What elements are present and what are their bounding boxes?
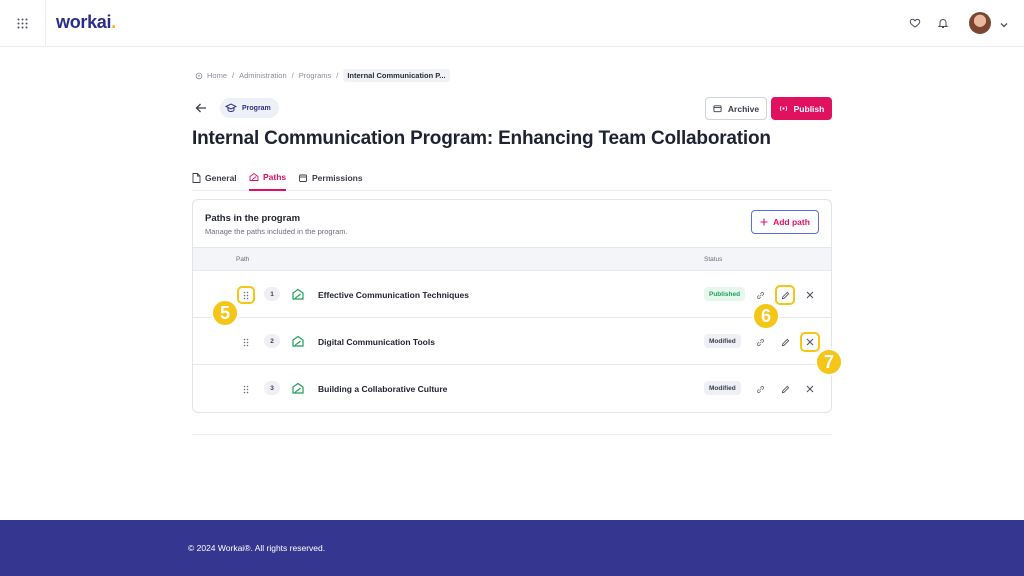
table-row: 3 Building a Collaborative Culture Modif… xyxy=(193,365,831,412)
remove-button[interactable] xyxy=(802,287,818,303)
column-header-path: Path xyxy=(236,256,250,263)
callout-badge: 7 xyxy=(815,348,843,376)
path-name[interactable]: Building a Collaborative Culture xyxy=(318,384,447,394)
drag-handle-icon xyxy=(243,338,249,346)
program-chip-label: Program xyxy=(242,104,271,112)
publish-button[interactable]: Publish xyxy=(771,97,832,120)
tab-paths[interactable]: Paths xyxy=(249,165,287,191)
row-number: 3 xyxy=(264,381,280,395)
chevron-down-icon xyxy=(1000,23,1008,28)
status-badge: Modified xyxy=(704,381,741,395)
edit-button[interactable] xyxy=(777,381,793,397)
column-header-status: Status xyxy=(704,256,723,263)
drag-handle[interactable] xyxy=(239,335,253,349)
table-row: 2 Digital Communication Tools Modified xyxy=(193,318,831,365)
notifications-button[interactable] xyxy=(935,15,951,31)
edit-button[interactable] xyxy=(777,334,793,350)
breadcrumb-current: Internal Communication P... xyxy=(343,69,450,82)
pencil-icon xyxy=(781,338,789,346)
path-name[interactable]: Digital Communication Tools xyxy=(318,337,435,347)
breadcrumb-separator: / xyxy=(291,71,294,80)
copyright-text: © 2024 Workai®. All rights reserved. xyxy=(188,543,326,553)
paths-card: Paths in the program Manage the paths in… xyxy=(192,199,832,413)
apps-grid-icon xyxy=(17,18,28,28)
table-row: 1 Effective Communication Techniques Pub… xyxy=(193,271,831,318)
breadcrumb-separator: / xyxy=(336,71,339,80)
table-header: Path Status xyxy=(193,247,831,271)
link-icon xyxy=(756,385,764,393)
link-button[interactable] xyxy=(752,287,768,303)
arrow-left-icon xyxy=(195,103,206,113)
link-button[interactable] xyxy=(752,381,768,397)
card-subtitle: Manage the paths included in the program… xyxy=(205,227,348,236)
add-path-button[interactable]: Add path xyxy=(751,210,819,234)
apps-grid-button[interactable] xyxy=(0,0,46,46)
link-icon xyxy=(756,291,764,299)
breadcrumb-home[interactable]: Home xyxy=(207,71,227,80)
path-name[interactable]: Effective Communication Techniques xyxy=(318,290,469,300)
drag-handle-icon xyxy=(243,385,249,393)
document-icon xyxy=(192,173,201,183)
drag-handle[interactable] xyxy=(237,286,255,304)
heart-icon xyxy=(909,18,921,28)
footer: © 2024 Workai®. All rights reserved. xyxy=(0,520,1024,576)
close-icon xyxy=(806,291,814,299)
status-badge: Modified xyxy=(704,334,741,348)
pencil-icon xyxy=(781,385,789,393)
callout-badge: 6 xyxy=(752,302,780,330)
link-button[interactable] xyxy=(752,334,768,350)
add-path-label: Add path xyxy=(773,217,810,227)
tab-permissions[interactable]: Permissions xyxy=(298,165,363,191)
divider xyxy=(192,434,832,435)
back-button[interactable] xyxy=(194,101,210,115)
archive-icon xyxy=(713,105,722,113)
bell-icon xyxy=(937,19,949,28)
archive-button[interactable]: Archive xyxy=(705,97,767,120)
path-icon xyxy=(292,382,304,394)
broadcast-icon xyxy=(779,105,787,112)
graduation-cap-icon xyxy=(225,103,237,113)
user-avatar[interactable] xyxy=(969,12,991,34)
row-number: 1 xyxy=(264,287,280,301)
page-title: Internal Communication Program: Enhancin… xyxy=(192,128,771,149)
tab-general-label: General xyxy=(205,173,237,183)
path-icon xyxy=(292,288,304,300)
path-icon xyxy=(292,335,304,347)
status-badge: Published xyxy=(704,287,746,301)
top-bar: workai. xyxy=(0,0,1024,47)
publish-label: Publish xyxy=(793,103,825,114)
close-icon xyxy=(806,385,814,393)
plus-icon xyxy=(760,218,768,226)
workai-logo[interactable]: workai. xyxy=(56,12,116,33)
breadcrumb: Home / Administration / Programs / Inter… xyxy=(195,69,450,82)
breadcrumb-administration[interactable]: Administration xyxy=(239,71,287,80)
path-icon xyxy=(249,172,259,181)
logo-text: workai xyxy=(56,12,112,32)
tab-permissions-label: Permissions xyxy=(312,173,363,183)
pencil-icon xyxy=(781,291,789,299)
user-menu-toggle[interactable] xyxy=(999,17,1009,35)
edit-button[interactable] xyxy=(775,285,795,305)
favorites-button[interactable] xyxy=(907,15,923,31)
card-title: Paths in the program xyxy=(205,213,301,224)
tab-paths-label: Paths xyxy=(263,172,287,182)
drag-handle[interactable] xyxy=(239,382,253,396)
archive-label: Archive xyxy=(727,103,760,114)
breadcrumb-programs[interactable]: Programs xyxy=(299,71,332,80)
remove-button[interactable] xyxy=(800,332,820,352)
program-type-chip: Program xyxy=(220,98,279,118)
home-icon xyxy=(195,72,203,79)
close-icon xyxy=(806,338,814,346)
tab-general[interactable]: General xyxy=(192,165,237,191)
remove-button[interactable] xyxy=(802,381,818,397)
link-icon xyxy=(756,338,764,346)
breadcrumb-separator: / xyxy=(232,71,235,80)
permissions-icon xyxy=(299,174,307,182)
tab-bar: General Paths Permissions xyxy=(192,165,832,191)
logo-dot: . xyxy=(111,12,116,32)
drag-handle-icon xyxy=(243,291,249,299)
callout-badge: 5 xyxy=(211,299,239,327)
row-number: 2 xyxy=(264,334,280,348)
